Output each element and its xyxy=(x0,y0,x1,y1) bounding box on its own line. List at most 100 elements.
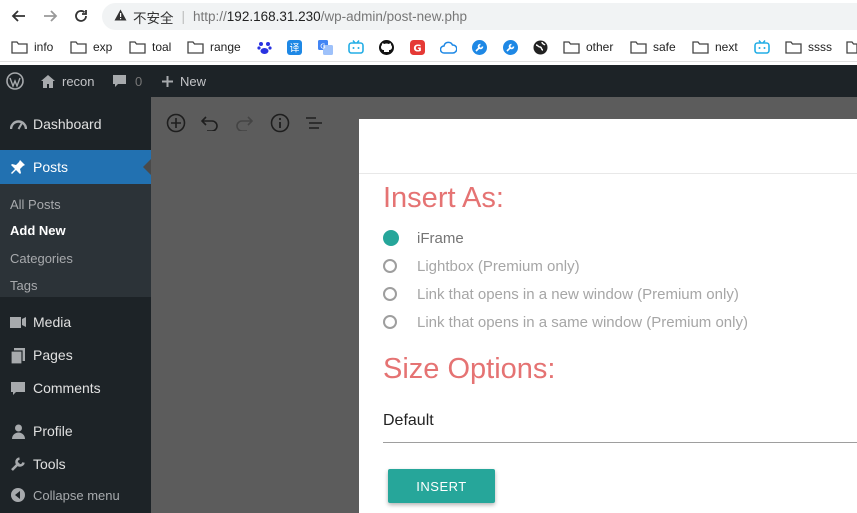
undo-icon[interactable] xyxy=(199,112,221,134)
folder-icon xyxy=(129,41,146,54)
size-select[interactable]: Default xyxy=(383,402,857,443)
browser-toolbar: 不安全 | http://192.168.31.230/wp-admin/pos… xyxy=(0,0,857,33)
sidebar-sub-add-new[interactable]: Add New xyxy=(10,223,66,238)
sidebar-item-dashboard[interactable]: Dashboard xyxy=(0,107,151,141)
insert-modal: Insert As: iFrame Lightbox (Premium only… xyxy=(359,119,857,513)
option-iframe[interactable]: iFrame xyxy=(383,227,464,249)
media-icon xyxy=(9,313,27,331)
bookmark-wrench-2[interactable] xyxy=(503,39,518,55)
bookmark-red-g[interactable]: G xyxy=(410,39,425,55)
folder-icon xyxy=(785,41,802,54)
option-same-window[interactable]: Link that opens in a same window (Premiu… xyxy=(383,311,748,333)
home-icon xyxy=(41,74,55,88)
bookmark-github[interactable] xyxy=(379,39,394,55)
wordpress-icon xyxy=(6,72,24,90)
bookmark-ssss[interactable]: ssss xyxy=(785,39,832,55)
wrench-icon xyxy=(503,39,518,55)
reload-button[interactable] xyxy=(69,4,93,28)
baidu-paw-icon xyxy=(257,41,272,54)
bookmark-cloud[interactable] xyxy=(440,39,457,55)
sidebar-item-profile[interactable]: Profile xyxy=(0,414,151,448)
bookmark-next[interactable]: next xyxy=(692,39,738,55)
wrench-icon xyxy=(472,39,487,55)
url-path: /wp-admin/post-new.php xyxy=(320,9,467,24)
arrow-right-icon xyxy=(44,10,58,22)
comment-bubble-icon xyxy=(113,75,126,87)
bookmark-exp[interactable]: exp xyxy=(70,39,112,55)
plus-icon xyxy=(162,75,173,87)
option-new-window[interactable]: Link that opens in a new window (Premium… xyxy=(383,283,739,305)
radio-button[interactable] xyxy=(383,287,397,301)
folder-icon xyxy=(630,41,647,54)
bookmark-info[interactable]: info xyxy=(11,39,53,55)
bookmark-overflow[interactable] xyxy=(846,39,857,55)
sidebar-item-posts[interactable]: Posts xyxy=(0,150,151,184)
list-view-icon[interactable] xyxy=(303,112,325,134)
svg-text:G: G xyxy=(413,43,421,54)
folder-icon xyxy=(563,41,580,54)
warning-icon xyxy=(114,9,127,24)
bookmark-safe[interactable]: safe xyxy=(630,39,676,55)
radio-button[interactable] xyxy=(383,315,397,329)
bookmark-bilibili[interactable] xyxy=(348,39,364,55)
sidebar-item-comments[interactable]: Comments xyxy=(0,371,151,405)
bookmark-toal[interactable]: toal xyxy=(129,39,171,55)
folder-icon xyxy=(846,41,857,54)
collapse-menu-button[interactable]: Collapse menu xyxy=(0,478,151,512)
radio-button-checked[interactable] xyxy=(383,230,399,246)
red-g-icon: G xyxy=(410,39,425,55)
google-translate-icon: G xyxy=(318,39,333,55)
collapse-icon xyxy=(9,486,27,504)
info-icon[interactable] xyxy=(269,112,291,134)
bookmark-translate[interactable]: 译 xyxy=(287,39,302,55)
arrow-left-icon xyxy=(11,10,25,22)
cloud-icon xyxy=(440,41,457,54)
modal-header xyxy=(359,119,857,174)
bilibili-icon xyxy=(754,40,770,54)
reload-icon xyxy=(75,10,87,22)
bookmark-baidu[interactable] xyxy=(257,39,272,55)
comments-link[interactable]: 0 xyxy=(112,65,142,97)
bilibili-icon xyxy=(348,40,364,54)
url-separator: | xyxy=(181,9,186,24)
globe-icon xyxy=(533,40,548,54)
folder-icon xyxy=(187,41,204,54)
svg-text:译: 译 xyxy=(290,42,300,54)
wp-logo-button[interactable] xyxy=(6,65,24,97)
pages-icon xyxy=(9,346,27,364)
sidebar-sub-categories[interactable]: Categories xyxy=(10,251,73,266)
sidebar-item-media[interactable]: Media xyxy=(0,305,151,339)
forward-button[interactable] xyxy=(38,4,62,28)
address-bar[interactable]: 不安全 | http://192.168.31.230/wp-admin/pos… xyxy=(102,3,857,30)
bookmarks-bar: info exp toal range 译 G G other safe nex… xyxy=(0,33,857,62)
folder-icon xyxy=(70,41,87,54)
security-label: 不安全 xyxy=(133,10,174,26)
comments-icon xyxy=(9,379,27,397)
sidebar-sub-all-posts[interactable]: All Posts xyxy=(10,197,61,212)
wrench-icon xyxy=(9,455,27,473)
dashboard-icon xyxy=(9,115,27,133)
translate-icon: 译 xyxy=(287,39,302,55)
url-scheme: http:// xyxy=(193,9,227,24)
option-lightbox[interactable]: Lightbox (Premium only) xyxy=(383,255,580,277)
size-select-value: Default xyxy=(383,412,434,429)
insert-button[interactable]: INSERT xyxy=(388,469,495,503)
github-icon xyxy=(379,39,394,55)
bookmark-range[interactable]: range xyxy=(187,39,241,55)
sidebar-item-pages[interactable]: Pages xyxy=(0,338,151,372)
bookmark-google-translate[interactable]: G xyxy=(318,39,333,55)
add-block-icon[interactable] xyxy=(165,112,187,134)
site-name-link[interactable]: recon xyxy=(40,65,95,97)
bookmark-globe[interactable] xyxy=(533,39,548,55)
bookmark-other[interactable]: other xyxy=(563,39,613,55)
wp-admin-bar: recon 0 New xyxy=(0,65,857,97)
redo-icon[interactable] xyxy=(233,112,255,134)
bookmark-wrench-1[interactable] xyxy=(472,39,487,55)
new-content-button[interactable]: New xyxy=(161,65,206,97)
back-button[interactable] xyxy=(7,4,31,28)
sidebar-item-tools[interactable]: Tools xyxy=(0,447,151,481)
svg-text:G: G xyxy=(320,42,325,50)
bookmark-bilibili-2[interactable] xyxy=(754,39,770,55)
radio-button[interactable] xyxy=(383,259,397,273)
sidebar-sub-tags[interactable]: Tags xyxy=(10,278,37,293)
